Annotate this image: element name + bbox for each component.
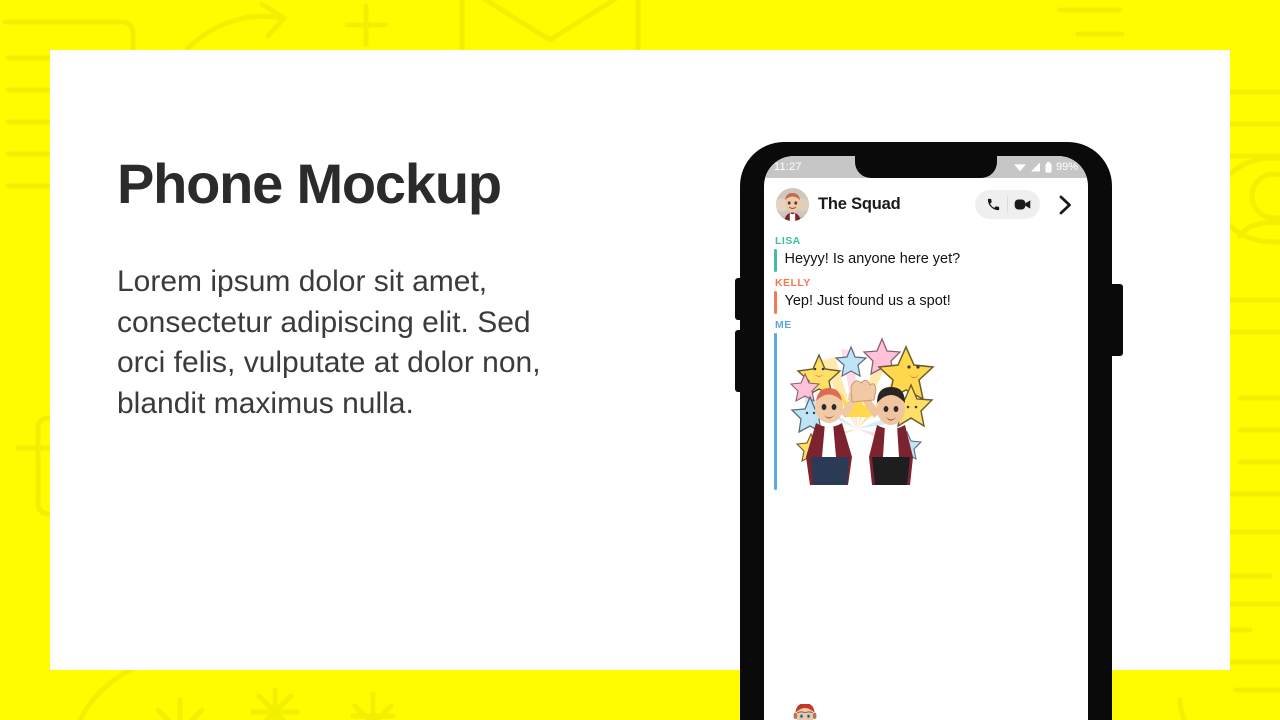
status-bar: 11:27 99% <box>764 156 1088 178</box>
call-actions-pill <box>975 190 1040 219</box>
message-item[interactable]: KELLY Yep! Just found us a spot! <box>764 277 1088 315</box>
message-text: Yep! Just found us a spot! <box>784 293 951 310</box>
signal-icon <box>1030 162 1040 172</box>
message-row: Yep! Just found us a spot! <box>774 291 1078 315</box>
phone-screen: 11:27 99% The Squad LISA Heyyy! Is anyon… <box>764 156 1088 720</box>
message-sender: LISA <box>775 235 801 247</box>
phone-icon <box>987 198 999 211</box>
message-text: Heyyy! Is anyone here yet? <box>784 251 961 267</box>
message-list: LISA Heyyy! Is anyone here yet? KELLY Ye… <box>764 229 1088 491</box>
message-sender: KELLY <box>775 277 811 290</box>
message-item[interactable]: ME <box>764 319 1088 491</box>
video-camera-icon <box>1014 199 1030 210</box>
body-paragraph: Lorem ipsum dolor sit amet, consectetur … <box>117 264 541 421</box>
kelly-bitmoji-avatar <box>790 704 820 720</box>
open-chat-button[interactable] <box>1052 190 1078 219</box>
voice-call-button[interactable] <box>979 190 1007 219</box>
chat-header: The Squad <box>764 178 1088 229</box>
chevron-right-icon <box>1059 195 1071 214</box>
page-title: Phone Mockup <box>117 152 502 215</box>
message-item[interactable]: LISA Heyyy! Is anyone here yet? <box>764 235 1088 273</box>
text-column: Phone Mockup Lorem ipsum dolor sit amet,… <box>117 152 637 425</box>
volume-down-button[interactable] <box>735 330 742 392</box>
camera-notch <box>855 156 997 178</box>
status-time: 11:27 <box>774 161 802 173</box>
chat-title: The Squad <box>818 195 901 213</box>
wifi-icon <box>1013 164 1026 172</box>
status-indicators: 99% <box>1013 161 1078 173</box>
phone-mockup: 11:27 99% The Squad LISA Heyyy! Is anyon… <box>735 142 1123 720</box>
video-call-button[interactable] <box>1008 190 1036 219</box>
battery-percentage: 99% <box>1055 161 1078 173</box>
slide-canvas: Phone Mockup Lorem ipsum dolor sit amet,… <box>0 0 1280 720</box>
power-button[interactable] <box>1111 284 1123 356</box>
participant-chip-kelly[interactable]: KELLY <box>775 704 836 720</box>
avatar[interactable] <box>776 188 809 221</box>
bitmoji-high-five-sticker[interactable] <box>777 333 935 490</box>
volume-up-button[interactable] <box>735 278 742 320</box>
message-sender: ME <box>775 319 792 332</box>
message-row: Heyyy! Is anyone here yet? <box>774 249 1078 273</box>
battery-icon <box>1045 161 1052 173</box>
participant-chip-bar: KELLY SAM LISA RAFAEL ERIN <box>764 704 1088 720</box>
message-row <box>774 333 1078 491</box>
